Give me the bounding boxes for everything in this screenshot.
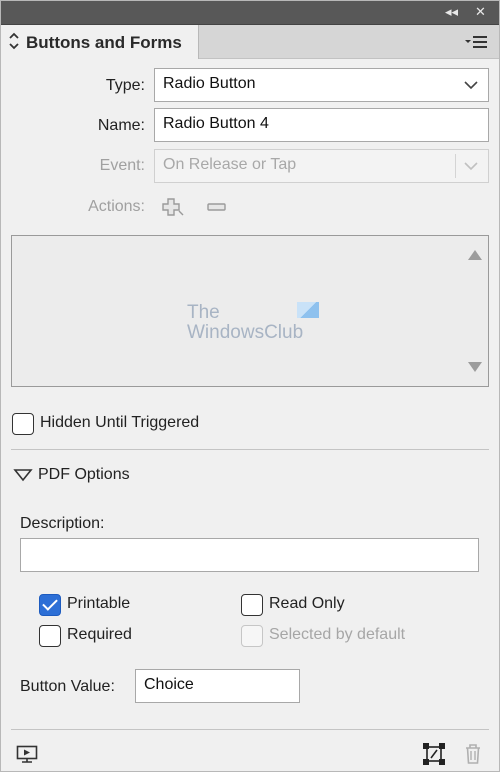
tab-buttons-and-forms[interactable]: Buttons and Forms (1, 25, 199, 59)
trash-icon (466, 744, 480, 764)
divider (11, 449, 489, 450)
actions-list-scrollbar[interactable] (462, 236, 488, 386)
hidden-until-triggered-checkbox[interactable] (12, 413, 34, 435)
buttons-and-forms-panel: ◂◂ ✕ Buttons and Forms Type: Radio Butto… (0, 0, 500, 772)
type-value: Radio Button (163, 75, 256, 92)
close-icon[interactable]: ✕ (475, 4, 486, 20)
remove-action-icon[interactable] (207, 202, 227, 212)
actions-label: Actions: (88, 198, 145, 215)
type-label: Type: (105, 77, 145, 94)
required-checkbox[interactable] (39, 625, 61, 647)
double-chevron-left-icon[interactable]: ◂◂ (445, 4, 458, 20)
triangle-down-icon[interactable] (13, 468, 33, 482)
printable-checkbox[interactable] (39, 594, 61, 616)
event-label: Event: (99, 157, 145, 174)
chevron-down-icon (464, 81, 478, 90)
read-only-checkbox[interactable] (241, 594, 263, 616)
button-value: Choice (144, 676, 194, 693)
preview-spread-icon[interactable] (16, 745, 38, 763)
watermark: The WindowsClub (187, 303, 303, 343)
type-dropdown[interactable]: Radio Button (154, 68, 489, 102)
divider (11, 729, 489, 730)
description-field[interactable] (20, 538, 479, 572)
button-value-label: Button Value: (20, 678, 115, 695)
scroll-down-icon[interactable] (468, 362, 482, 372)
expand-collapse-icon[interactable] (8, 32, 20, 50)
watermark-logo-icon (297, 302, 319, 318)
required-label: Required (67, 626, 132, 643)
hidden-until-triggered-label: Hidden Until Triggered (40, 414, 200, 431)
description-label: Description: (20, 515, 105, 532)
panel-menu-icon[interactable] (463, 34, 489, 50)
watermark-line1: The (187, 302, 220, 323)
convert-object-icon[interactable] (422, 742, 446, 766)
watermark-line2: WindowsClub (187, 322, 304, 343)
selected-by-default-label: Selected by default (269, 626, 406, 643)
scroll-up-icon[interactable] (468, 250, 482, 260)
name-field[interactable]: Radio Button 4 (154, 108, 489, 142)
panel-top-bar: ◂◂ ✕ (1, 1, 499, 25)
name-value: Radio Button 4 (163, 115, 269, 132)
selected-by-default-checkbox (241, 625, 263, 647)
read-only-label: Read Only (269, 595, 345, 612)
printable-label: Printable (67, 595, 131, 612)
panel-tab-row: Buttons and Forms (1, 25, 499, 59)
name-label: Name: (97, 117, 145, 134)
chevron-down-icon (464, 162, 478, 171)
event-value: On Release or Tap (163, 156, 297, 173)
button-value-field[interactable]: Choice (135, 669, 300, 703)
add-action-icon[interactable] (161, 197, 185, 217)
pdf-options-header[interactable]: PDF Options (38, 466, 130, 484)
panel-title: Buttons and Forms (26, 33, 182, 52)
event-dropdown: On Release or Tap (154, 149, 489, 183)
